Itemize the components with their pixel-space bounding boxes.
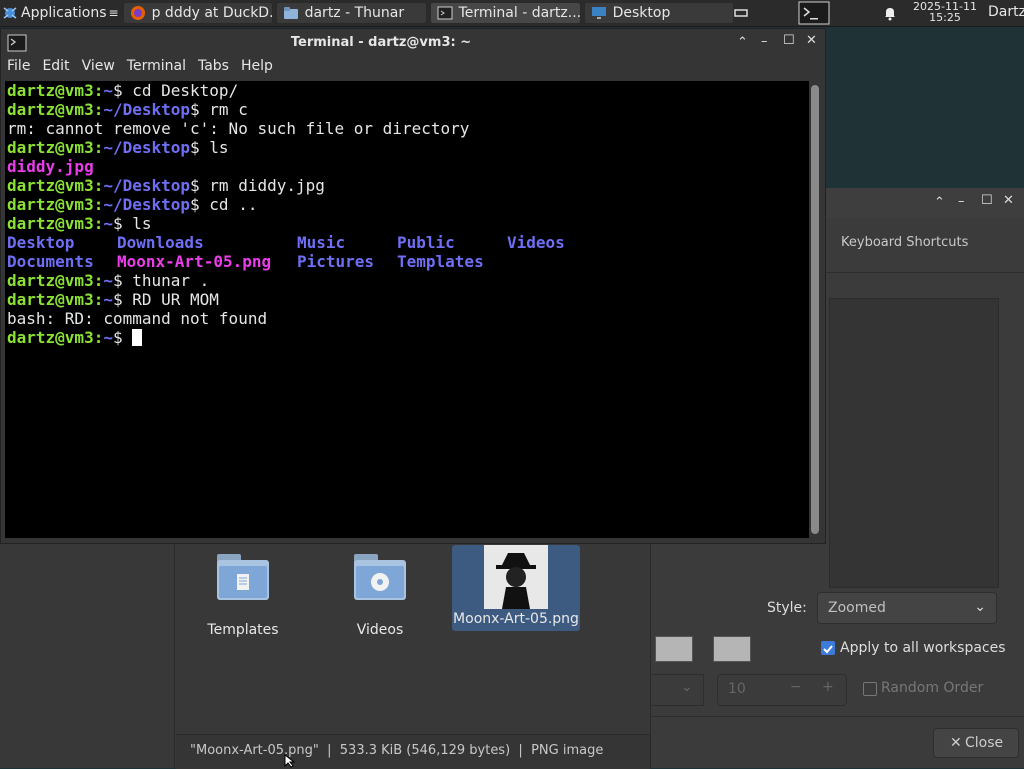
minimize-icon[interactable]: –: [761, 34, 768, 49]
menu-help[interactable]: Help: [235, 58, 279, 80]
style-dropdown[interactable]: Zoomed ⌄: [817, 592, 997, 624]
sidebar-divider: [174, 540, 175, 768]
minus-icon[interactable]: −: [790, 679, 802, 695]
color-button-1[interactable]: [655, 636, 693, 662]
terminal-line: dartz@vm3:~/Desktop$ cd ..: [7, 195, 258, 214]
plus-icon[interactable]: +: [822, 679, 834, 695]
terminal-launcher[interactable]: [798, 0, 830, 26]
show-desktop-button[interactable]: [733, 0, 749, 26]
task-label: Desktop: [612, 5, 671, 21]
terminal-line: bash: RD: command not found: [7, 309, 268, 328]
random-order-checkbox[interactable]: [863, 682, 877, 696]
thunar-window: Templates Videos Moonx-Art-05.png "Moonx…: [0, 540, 650, 769]
xfce-mouse-icon: [3, 7, 17, 19]
terminal-prompt-line: dartz@vm3:~$: [7, 328, 809, 347]
applications-label: Applications: [21, 5, 107, 21]
task-label: p dddy at DuckD...: [151, 5, 273, 21]
firefox-icon: [130, 6, 145, 20]
spin-value: 10: [728, 681, 746, 697]
terminal-line: dartz@vm3:~$ cd Desktop/: [7, 81, 239, 100]
close-label: Close: [965, 735, 1004, 751]
menu-file[interactable]: File: [1, 58, 36, 80]
clock[interactable]: 2025-11-11 15:25: [908, 1, 982, 23]
folder-icon: [283, 7, 298, 19]
window-title: Terminal - dartz@vm3: ~: [290, 35, 472, 50]
terminal-line: dartz@vm3:~/Desktop$ rm diddy.jpg: [7, 176, 325, 195]
status-text: "Moonx-Art-05.png" | 533.3 KiB (546,129 …: [190, 743, 604, 758]
terminal-scrollbar[interactable]: [811, 85, 819, 534]
menu-glyph-icon: ≡: [108, 6, 119, 20]
apply-all-checkbox[interactable]: [821, 641, 835, 655]
task-thunar[interactable]: dartz - Thunar: [275, 2, 427, 24]
applications-menu[interactable]: Applications ≡: [0, 0, 123, 26]
checkmark-icon: [823, 645, 833, 654]
ls-output-row: Documents Moonx-Art-05.png Pictures Templat…: [7, 252, 484, 271]
style-value: Zoomed: [828, 600, 886, 616]
footer-divider: [651, 716, 1024, 717]
terminal-output[interactable]: dartz@vm3:~$ cd Desktop/dartz@vm3:~/Desk…: [5, 81, 809, 538]
task-label: dartz - Thunar: [304, 5, 405, 21]
chevron-up-icon[interactable]: ⌃: [737, 35, 748, 50]
apply-all-label: Apply to all workspaces: [840, 640, 1006, 656]
terminal-line: diddy.jpg: [7, 157, 94, 176]
file-label: Videos: [356, 622, 404, 638]
minimize-icon[interactable]: –: [958, 194, 965, 209]
ls-output-row: Desktop Downloads Music Public Videos: [7, 233, 565, 252]
wallpaper-preview-area[interactable]: [829, 298, 999, 588]
text-cursor: [132, 329, 143, 346]
menu-terminal[interactable]: Terminal: [121, 58, 192, 80]
notifications-button[interactable]: [882, 0, 898, 26]
menu-edit[interactable]: Edit: [36, 58, 75, 80]
tab-keyboard-shortcuts[interactable]: Keyboard Shortcuts: [829, 232, 1024, 272]
task-label: Terminal - dartz...: [458, 5, 581, 21]
file-label: Moonx-Art-05.png: [453, 611, 579, 627]
terminal-line: dartz@vm3:~$ RD UR MOM: [7, 290, 219, 309]
terminal-line: rm: cannot remove 'c': No such file or d…: [7, 119, 470, 138]
close-button[interactable]: ✕ Close: [933, 728, 1019, 758]
top-panel: Applications ≡ p dddy at DuckD... dartz …: [0, 0, 1024, 27]
minimize-all-icon: [734, 9, 748, 17]
interval-spinner[interactable]: 10 − +: [717, 674, 847, 706]
file-label: Templates: [207, 622, 279, 638]
chevron-down-icon: ⌄: [974, 599, 986, 615]
close-icon[interactable]: ✕: [806, 33, 817, 48]
terminal-icon: [437, 6, 453, 20]
file-item-videos[interactable]: Videos: [330, 550, 430, 638]
color-button-2[interactable]: [713, 636, 751, 662]
close-icon[interactable]: ✕: [1003, 193, 1014, 208]
terminal-menubar: File Edit View Terminal Tabs Help: [1, 58, 279, 80]
maximize-icon[interactable]: ☐: [981, 193, 993, 208]
terminal-line: dartz@vm3:~/Desktop$ rm c: [7, 100, 248, 119]
file-item-moonx-art[interactable]: Moonx-Art-05.png: [452, 545, 580, 631]
terminal-line: dartz@vm3:~$ ls: [7, 214, 152, 233]
file-item-templates[interactable]: Templates: [193, 550, 293, 638]
chevron-down-icon: ⌄: [681, 679, 693, 695]
random-order-label: Random Order: [881, 680, 984, 696]
chevron-up-icon[interactable]: ⌃: [934, 195, 945, 210]
task-desktop[interactable]: Desktop: [583, 2, 734, 24]
desktop-icon: [591, 7, 606, 19]
terminal-line: dartz@vm3:~$ thunar .: [7, 271, 210, 290]
user-menu[interactable]: Dartz: [988, 4, 1024, 20]
terminal-line: dartz@vm3:~/Desktop$ ls: [7, 138, 229, 157]
close-icon: ✕: [950, 735, 962, 751]
clock-time: 15:25: [929, 11, 961, 24]
style-label: Style:: [767, 600, 807, 616]
menu-view[interactable]: View: [76, 58, 121, 80]
terminal-window: Terminal - dartz@vm3: ~ ⌃ – ☐ ✕ File Edi…: [0, 28, 826, 544]
maximize-icon[interactable]: ☐: [783, 33, 795, 48]
mouse-pointer-icon: [284, 754, 296, 768]
terminal-launcher-icon: [798, 1, 830, 25]
task-terminal[interactable]: Terminal - dartz...: [429, 2, 581, 24]
templates-folder-icon: [217, 554, 269, 600]
menu-tabs[interactable]: Tabs: [192, 58, 235, 80]
image-thumbnail-icon: [484, 545, 548, 609]
terminal-titlebar[interactable]: Terminal - dartz@vm3: ~ ⌃ – ☐ ✕: [1, 29, 825, 57]
videos-folder-icon: [354, 554, 406, 600]
task-firefox[interactable]: p dddy at DuckD...: [122, 2, 273, 24]
tab-label: Keyboard Shortcuts: [841, 235, 969, 250]
bell-icon: [885, 8, 895, 21]
status-bar: "Moonx-Art-05.png" | 533.3 KiB (546,129 …: [176, 734, 650, 769]
interval-unit-dropdown[interactable]: ⌄: [651, 674, 704, 706]
